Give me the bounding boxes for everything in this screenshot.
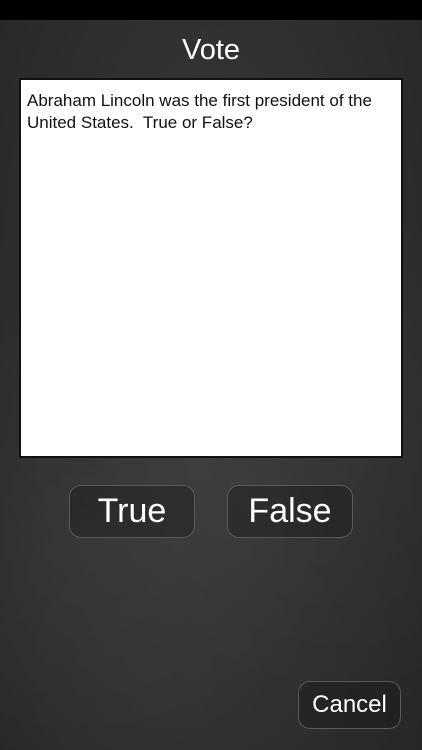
cancel-button[interactable]: Cancel [298,681,401,729]
question-text: Abraham Lincoln was the first president … [27,91,377,132]
page-title: Vote [181,34,241,66]
status-bar [0,0,422,20]
vote-screen: Vote Abraham Lincoln was the first presi… [0,0,422,750]
false-button[interactable]: False [227,485,353,538]
true-button[interactable]: True [69,485,195,538]
question-box: Abraham Lincoln was the first president … [19,78,403,458]
